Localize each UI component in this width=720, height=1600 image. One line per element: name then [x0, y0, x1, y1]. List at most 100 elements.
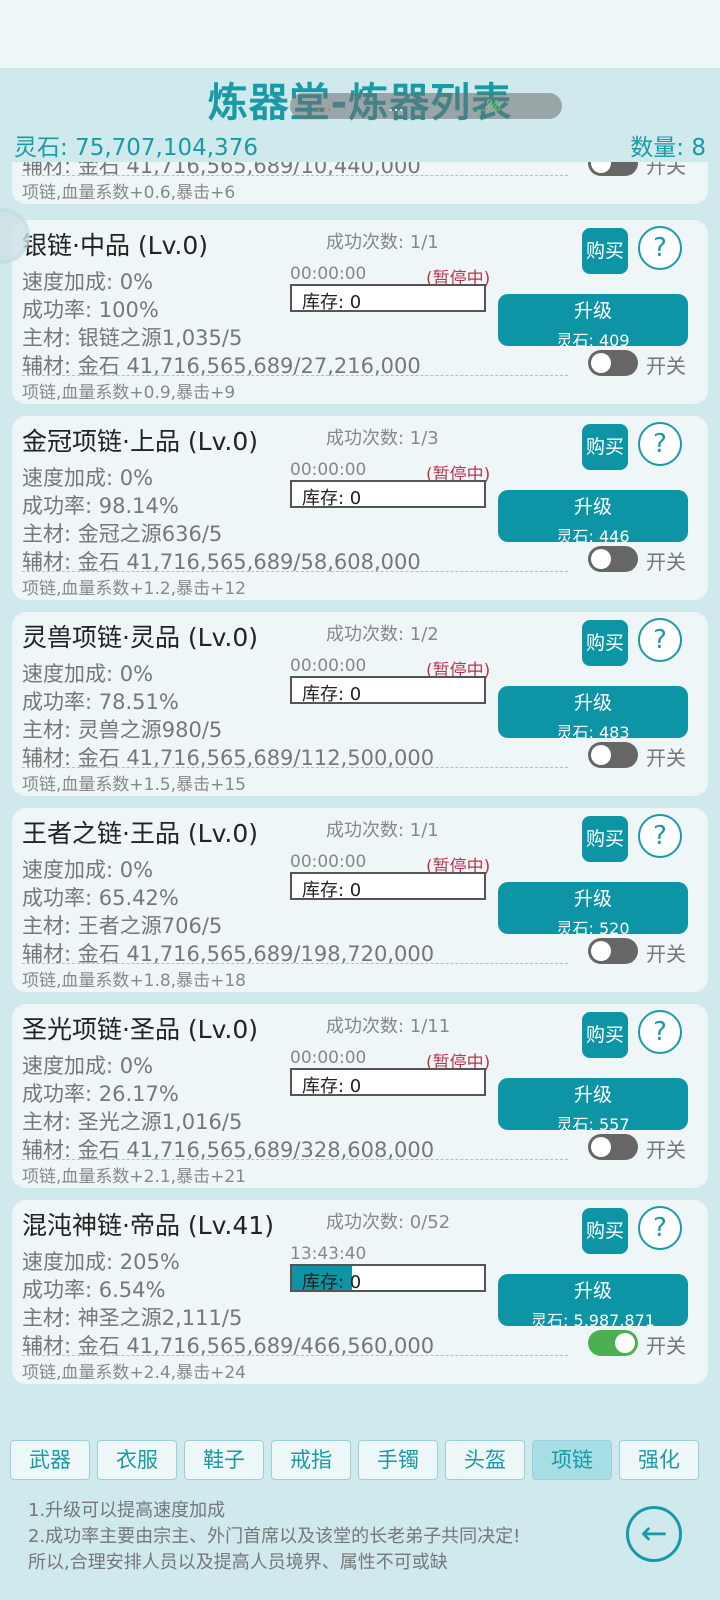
card-speed-bonus: 速度加成: 205% — [22, 1250, 180, 1274]
card-name: 混沌神链·帝品 (Lv.41) — [22, 1211, 274, 1240]
upgrade-cost: 灵石: 446 — [556, 527, 630, 546]
card-success-count: 成功次数: 0/52 — [326, 1212, 451, 1233]
card-divider — [22, 375, 568, 376]
help-icon[interactable]: ? — [638, 1206, 682, 1250]
upgrade-button[interactable]: 升级 灵石: 446 — [498, 490, 688, 546]
category-tabs: 武器 衣服 鞋子 戒指 手镯 头盔 项链 强化 — [10, 1440, 710, 1480]
tab-clothes[interactable]: 衣服 — [97, 1440, 177, 1480]
stock-label: 库存: 0 — [302, 880, 362, 900]
card-main-material: 主材: 圣光之源1,016/5 — [22, 1110, 243, 1134]
tab-necklace[interactable]: 项链 — [532, 1440, 612, 1480]
buy-button[interactable]: 购买 — [582, 1012, 628, 1058]
back-arrow-icon: ← — [640, 1514, 668, 1552]
card-name: 金冠项链·上品 (Lv.0) — [22, 427, 259, 456]
card-main-material: 主材: 银链之源1,035/5 — [22, 326, 243, 350]
stock-progress: 库存: 0 — [290, 1264, 486, 1292]
toggle-knob — [615, 1333, 635, 1353]
forge-card-4: 王者之链·王品 (Lv.0) 成功次数: 1/1 速度加成: 0% 成功率: 6… — [12, 808, 708, 992]
auto-toggle[interactable] — [588, 350, 638, 376]
forge-card-2: 金冠项链·上品 (Lv.0) 成功次数: 1/3 速度加成: 0% 成功率: 9… — [12, 416, 708, 600]
toggle-knob — [591, 549, 611, 569]
auto-toggle[interactable] — [588, 938, 638, 964]
buy-button[interactable]: 购买 — [582, 1208, 628, 1254]
stock-progress: 库存: 0 — [290, 480, 486, 508]
item-count: 数量: 8 — [630, 135, 706, 161]
card-bonus: 项链,血量系数+1.8,暴击+18 — [22, 971, 246, 991]
stock-label: 库存: 0 — [302, 684, 362, 704]
card-main-material: 主材: 神圣之源2,111/5 — [22, 1306, 243, 1330]
auto-toggle[interactable] — [588, 546, 638, 572]
upgrade-cost: 灵石: 520 — [556, 919, 630, 938]
card-divider — [22, 175, 568, 176]
upgrade-button[interactable]: 升级 灵石: 483 — [498, 686, 688, 742]
tab-weapon[interactable]: 武器 — [10, 1440, 90, 1480]
card-success-count: 成功次数: 1/11 — [326, 1016, 451, 1037]
tab-enhance[interactable]: 强化 — [619, 1440, 699, 1480]
card-speed-bonus: 速度加成: 0% — [22, 466, 154, 490]
upgrade-cost: 灵石: 5,987,871 — [531, 1311, 655, 1330]
stock-progress: 库存: 0 — [290, 676, 486, 704]
upgrade-button[interactable]: 升级 灵石: 557 — [498, 1078, 688, 1134]
status-bar — [0, 0, 720, 68]
card-success-count: 成功次数: 1/1 — [326, 232, 439, 253]
upgrade-cost: 灵石: 557 — [556, 1115, 630, 1134]
help-icon[interactable]: ? — [638, 422, 682, 466]
forge-list[interactable]: 辅材: 金石 41,716,565,689/10,440,000 项链,血量系数… — [0, 162, 720, 1410]
auto-toggle[interactable] — [588, 1330, 638, 1356]
toggle-label: 开关 — [646, 550, 686, 574]
forge-card-1: 银链·中品 (Lv.0) 成功次数: 1/1 速度加成: 0% 成功率: 100… — [12, 220, 708, 404]
stock-progress: 库存: 0 — [290, 872, 486, 900]
auto-toggle[interactable] — [588, 162, 638, 176]
help-icon[interactable]: ? — [638, 1010, 682, 1054]
tab-shoes[interactable]: 鞋子 — [184, 1440, 264, 1480]
toggle-knob — [591, 353, 611, 373]
toggle-label: 开关 — [646, 746, 686, 770]
card-divider — [22, 1159, 568, 1160]
card-divider — [22, 963, 568, 964]
forge-card-5: 圣光项链·圣品 (Lv.0) 成功次数: 1/11 速度加成: 0% 成功率: … — [12, 1004, 708, 1188]
help-icon[interactable]: ? — [638, 226, 682, 270]
card-success-rate: 成功率: 65.42% — [22, 886, 179, 910]
card-divider — [22, 767, 568, 768]
toggle-knob — [591, 1137, 611, 1157]
toggle-knob — [591, 162, 611, 173]
forge-card-6: 混沌神链·帝品 (Lv.41) 成功次数: 0/52 速度加成: 205% 成功… — [12, 1200, 708, 1384]
auto-toggle[interactable] — [588, 1134, 638, 1160]
card-success-rate: 成功率: 6.54% — [22, 1278, 166, 1302]
card-name: 银链·中品 (Lv.0) — [22, 231, 209, 260]
auto-toggle[interactable] — [588, 742, 638, 768]
card-name: 王者之链·王品 (Lv.0) — [22, 819, 259, 848]
upgrade-button[interactable]: 升级灵石: 520 — [498, 882, 688, 938]
upgrade-button[interactable]: 升级 灵石: 409 — [498, 294, 688, 350]
forge-card-0: 辅材: 金石 41,716,565,689/10,440,000 项链,血量系数… — [12, 162, 708, 204]
buy-button[interactable]: 购买 — [582, 228, 628, 274]
buy-button[interactable]: 购买 — [582, 424, 628, 470]
spirit-stone-total: 灵石: 75,707,104,376 — [14, 135, 258, 161]
card-success-count: 成功次数: 1/3 — [326, 428, 439, 449]
card-timer: 13:43:40 — [290, 1244, 367, 1264]
buy-button[interactable]: 购买 — [582, 620, 628, 666]
upgrade-label: 升级 — [573, 888, 612, 910]
card-main-material: 主材: 金冠之源636/5 — [22, 522, 223, 546]
upgrade-label: 升级 — [573, 1280, 612, 1302]
overlay-text-left: … — [316, 96, 332, 115]
card-success-rate: 成功率: 98.14% — [22, 494, 179, 518]
stock-label: 库存: 0 — [302, 1076, 362, 1096]
card-timer: 00:00:00 — [290, 852, 367, 872]
card-speed-bonus: 速度加成: 0% — [22, 1054, 154, 1078]
card-success-count: 成功次数: 1/2 — [326, 624, 439, 645]
back-button[interactable]: ← — [626, 1506, 682, 1562]
card-success-rate: 成功率: 78.51% — [22, 690, 179, 714]
help-icon[interactable]: ? — [638, 814, 682, 858]
toggle-label: 开关 — [646, 162, 686, 178]
buy-button[interactable]: 购买 — [582, 816, 628, 862]
toggle-knob — [591, 941, 611, 961]
upgrade-cost: 灵石: 483 — [556, 723, 630, 742]
help-icon[interactable]: ? — [638, 618, 682, 662]
tab-helmet[interactable]: 头盔 — [445, 1440, 525, 1480]
tab-ring[interactable]: 戒指 — [271, 1440, 351, 1480]
card-divider — [22, 1355, 568, 1356]
tab-bracelet[interactable]: 手镯 — [358, 1440, 438, 1480]
upgrade-button[interactable]: 升级灵石: 5,987,871 — [498, 1274, 688, 1330]
card-speed-bonus: 速度加成: 0% — [22, 662, 154, 686]
